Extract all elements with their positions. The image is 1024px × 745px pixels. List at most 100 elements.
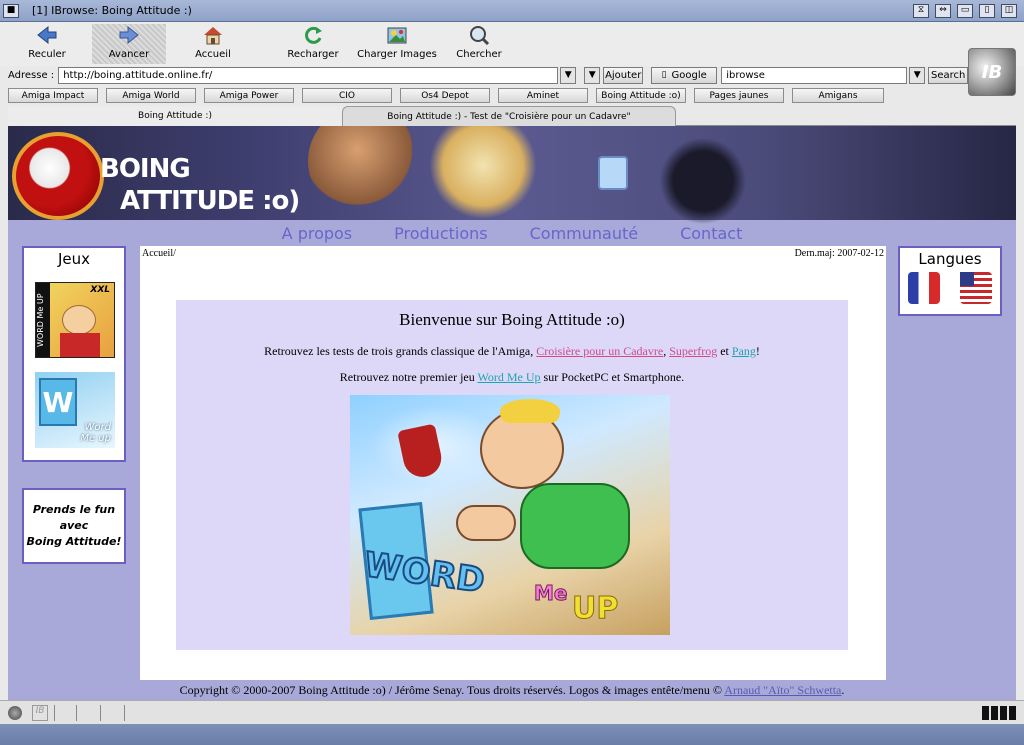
promo-line1: Prends le fun [32,503,116,516]
home-icon [201,24,225,46]
promo-box[interactable]: Prends le fun avec Boing Attitude! [22,488,126,564]
boing-ball-logo [12,132,104,220]
page-footer: Copyright © 2000-2007 Boing Attitude :o)… [8,680,1016,700]
status-divider [54,705,55,721]
window-title: [1] IBrowse: Boing Attitude :) [32,4,192,17]
screen-bottom-bar [0,724,1024,745]
bookmark-item[interactable]: Pages jaunes [694,88,784,103]
snapshot-button[interactable]: ⇔ [935,3,951,18]
reload-button[interactable]: Recharger [276,24,350,64]
iconify-button[interactable]: ⧖ [913,3,929,18]
bookmark-item[interactable]: CIO [302,88,392,103]
text-separator: et [717,344,732,358]
art-up-text: UP [571,591,619,627]
tab-bar: Boing Attitude :) Boing Attitude :) - Te… [8,106,1016,126]
us-flag-canton [960,272,974,286]
banner-letter-tile [598,156,628,190]
home-button[interactable]: Accueil [176,24,250,64]
back-arrow-icon [35,24,59,46]
thumb-side-text: WORD Me UP [36,283,50,357]
search-toolbar-label: Chercher [456,49,502,60]
nav-a-propos[interactable]: A propos [282,220,352,246]
bookmark-item[interactable]: Amiga Impact [8,88,98,103]
forward-label: Avancer [108,49,150,60]
bookmark-item[interactable]: Amigans [792,88,884,103]
main-content: Accueil/ Dern.maj: 2007-02-12 Bienvenue … [140,246,886,680]
zoom-button[interactable]: ▭ [957,3,973,18]
site-banner: BOING ATTITUDE :o) [8,126,1016,231]
reload-label: Recharger [287,49,339,60]
link-superfrog[interactable]: Superfrog [669,344,717,358]
address-input[interactable] [58,66,559,84]
ib-status-icon: IB [32,705,48,721]
text-suffix: ! [755,344,760,358]
languages-title: Langues [918,250,982,268]
reload-icon [301,24,325,46]
link-word-me-up[interactable]: Word Me Up [478,370,541,384]
banner-title-line2: ATTITUDE :o) [120,186,300,216]
load-images-button[interactable]: Charger Images [356,24,438,64]
banner-character-art [418,126,548,226]
games-sidebar: Jeux WORD Me UP XXL W Word Me up [22,246,126,462]
bookmark-item[interactable]: Amiga World [106,88,196,103]
search-toolbar-button[interactable]: Chercher [442,24,516,64]
hotlist-dropdown[interactable]: ▼ [584,66,601,84]
load-images-icon [385,24,409,46]
banner-title-line1: BOING [100,154,191,184]
link-croisiere[interactable]: Croisière pour un Cadavre [536,344,663,358]
french-flag-icon[interactable] [908,272,940,304]
back-button[interactable]: Reculer [10,24,84,64]
games-title: Jeux [57,250,91,268]
link-pang[interactable]: Pang [732,344,756,358]
thumb-face-art [62,305,96,335]
search-engine-button[interactable]: ▯ Google [651,66,718,84]
word-me-up-artwork[interactable]: WORD Me UP [350,395,670,635]
address-history-dropdown[interactable]: ▼ [560,66,577,84]
game-thumb-wordmeup[interactable]: W Word Me up [35,372,115,448]
footer-author-link[interactable]: Arnaud "Aïto" Schwetta [724,683,841,697]
resize-button[interactable]: ▯ [979,3,995,18]
depth-button[interactable]: ◫ [1001,3,1017,18]
us-flag-icon[interactable] [960,272,992,304]
search-history-dropdown[interactable]: ▼ [909,66,926,84]
bookmark-item[interactable]: Os4 Depot [400,88,490,103]
close-window-button[interactable]: ■ [3,3,19,18]
address-row: Adresse : ▼ ▼ Ajouter ▯ Google ▼ Search [0,66,1024,84]
engine-page-icon: ▯ [661,70,667,80]
status-divider [124,705,125,721]
nav-communaute[interactable]: Communauté [530,220,638,246]
banner-character-art [308,126,418,216]
thumb-caption: Word Me up [80,422,111,444]
search-go-button[interactable]: Search [928,66,969,84]
home-label: Accueil [195,49,231,60]
game-thumb-wordmeup-xxl[interactable]: WORD Me UP XXL [35,282,115,358]
last-update: Dern.maj: 2007-02-12 [794,248,884,259]
bookmark-item[interactable]: Amiga Power [204,88,294,103]
load-images-label: Charger Images [357,49,437,60]
add-bookmark-button[interactable]: Ajouter [603,66,644,84]
breadcrumb[interactable]: Accueil/ [142,248,176,259]
tab-active[interactable]: Boing Attitude :) [8,106,342,126]
promo-line3: Boing Attitude! [26,535,122,548]
bookmark-item[interactable]: Boing Attitude :o) [596,88,686,103]
nav-contact[interactable]: Contact [680,220,742,246]
thumb-xxl: XXL [90,285,110,295]
title-bar: ■ [1] IBrowse: Boing Attitude :) ⧖ ⇔ ▭ ▯… [0,0,1024,22]
intro-text: Retrouvez les tests de trois grands clas… [264,344,537,358]
art-character-body [520,483,630,569]
engine-label: Google [671,69,707,81]
game-text-suffix: sur PocketPC et Smartphone. [540,370,685,384]
status-divider [76,705,77,721]
search-input[interactable] [721,66,908,84]
tab-inactive[interactable]: Boing Attitude :) - Test de "Croisière p… [342,106,676,126]
address-label: Adresse : [8,69,55,81]
bookmark-item[interactable]: Aminet [498,88,588,103]
game-paragraph: Retrouvez notre premier jeu Word Me Up s… [176,370,848,385]
page-viewport: BOING ATTITUDE :o) A propos Productions … [8,126,1016,700]
back-label: Reculer [28,49,66,60]
forward-button[interactable]: Avancer [92,24,166,64]
welcome-panel: Bienvenue sur Boing Attitude :o) Retrouv… [176,300,848,650]
promo-line2: avec [59,519,89,532]
progress-blocks-icon [982,706,1016,720]
nav-productions[interactable]: Productions [394,220,487,246]
